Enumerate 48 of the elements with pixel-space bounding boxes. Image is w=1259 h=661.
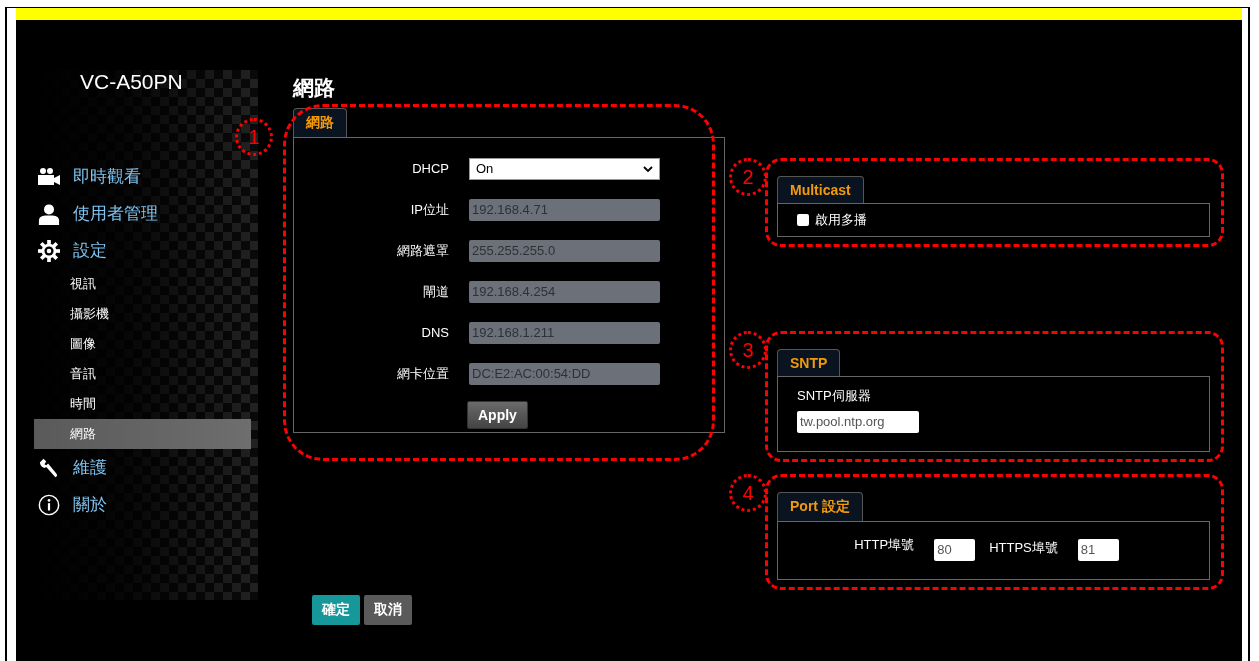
field-label: IP位址: [409, 200, 449, 219]
panel-tab[interactable]: Multicast: [777, 176, 864, 203]
field-label: 網卡位置: [396, 364, 449, 383]
callout-number: 4: [729, 474, 767, 512]
user-icon: [37, 202, 61, 225]
nav-label: 使用者管理: [73, 203, 158, 225]
field-label: 閘道: [422, 282, 449, 301]
callout-number: 1: [235, 118, 273, 156]
callout-number: 3: [729, 331, 767, 369]
nav-item[interactable]: 使用者管理: [34, 195, 258, 232]
nav-subitem[interactable]: 網路: [34, 419, 251, 449]
info-icon: [37, 493, 61, 516]
checkbox[interactable]: [797, 214, 809, 226]
select-field[interactable]: On: [469, 157, 660, 180]
cancel-button[interactable]: 取消: [364, 595, 412, 625]
video-camera-icon: [37, 165, 61, 188]
panel-tab[interactable]: Port 設定: [777, 492, 863, 521]
nav-subitem[interactable]: 時間: [34, 389, 251, 419]
chevron-icon: [643, 165, 653, 172]
field-label: HTTP埠號: [854, 536, 915, 554]
field-label: HTTPS埠號: [989, 539, 1058, 557]
field-label: SNTP伺服器: [797, 387, 872, 405]
panel-tab[interactable]: SNTP: [777, 349, 841, 376]
nav-subitem[interactable]: 攝影機: [34, 299, 251, 329]
input-field[interactable]: 81: [1077, 539, 1119, 561]
nav-subitem[interactable]: 視訊: [34, 269, 251, 299]
checkbox-label: 啟用多播: [815, 211, 867, 229]
nav-label: 關於: [73, 494, 107, 516]
nav-label: 維護: [73, 457, 107, 479]
input-field[interactable]: 80: [934, 539, 976, 561]
page-title: 網路: [293, 75, 336, 101]
nav-item[interactable]: 關於: [34, 486, 258, 523]
callout-number: 2: [729, 158, 767, 196]
nav-item[interactable]: 即時觀看: [34, 158, 258, 195]
nav-subitem[interactable]: 音訊: [34, 359, 251, 389]
field-label: 網路遮罩: [396, 241, 449, 260]
apply-button[interactable]: Apply: [467, 400, 528, 429]
input-field[interactable]: tw.pool.ntp.org: [797, 411, 919, 433]
nav-subitem[interactable]: 圖像: [34, 329, 251, 359]
field-label: DHCP: [411, 161, 449, 176]
confirm-button[interactable]: 確定: [312, 595, 360, 625]
nav-label: 即時觀看: [73, 166, 141, 188]
panel-tab[interactable]: 網路: [293, 108, 347, 137]
field-label: DNS: [420, 325, 449, 340]
nav-label: 設定: [73, 240, 107, 262]
logo-text: VC-A50PN: [80, 70, 184, 95]
nav-item[interactable]: 維護: [34, 449, 258, 486]
nav-item[interactable]: 設定: [34, 232, 258, 269]
